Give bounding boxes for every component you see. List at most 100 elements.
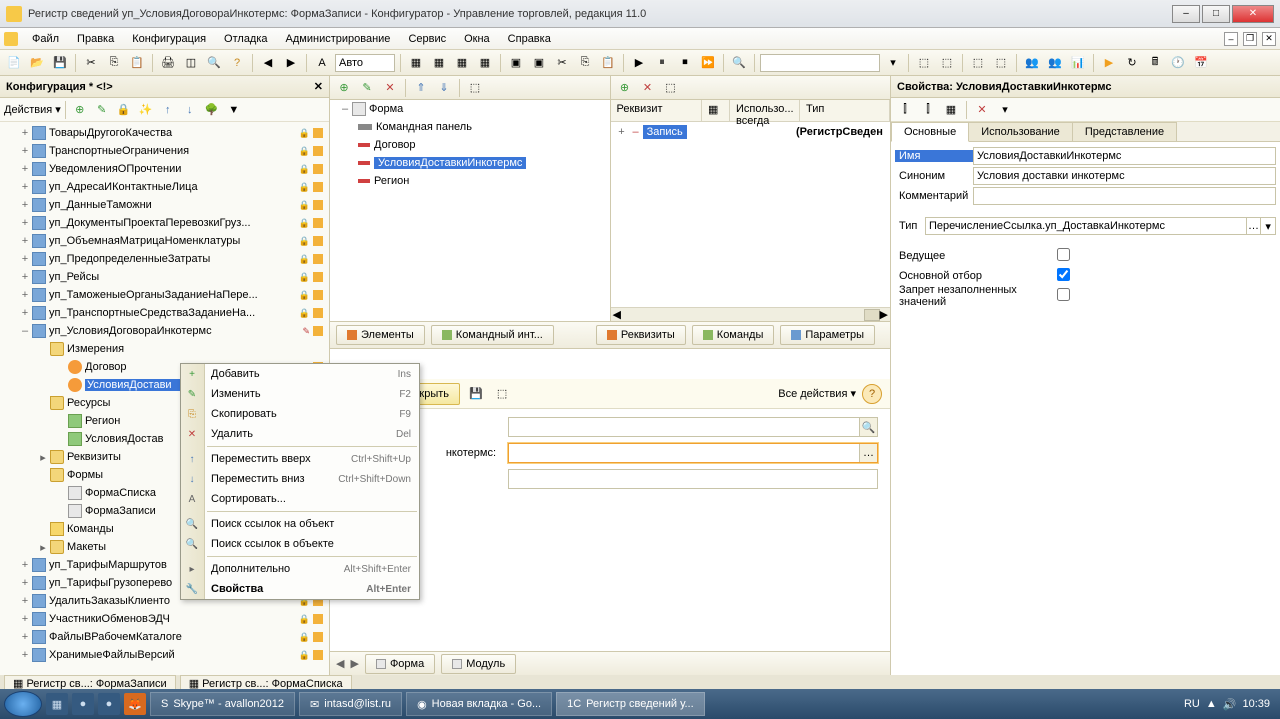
prop-type-dropdown[interactable]: ▾ — [1261, 217, 1276, 235]
paste-button[interactable]: 📋 — [127, 53, 147, 73]
edit-icon[interactable]: ✎ — [92, 100, 112, 120]
req-scrollbar[interactable]: ◀▶ — [611, 307, 891, 321]
search-dropdown[interactable]: ▾ — [883, 53, 903, 73]
prop-mainsel-check[interactable] — [1057, 268, 1070, 281]
menu-service[interactable]: Сервис — [400, 31, 454, 47]
ft-del-icon[interactable]: ✕ — [380, 78, 400, 98]
open-button[interactable]: 📂 — [27, 53, 47, 73]
context-menu-item[interactable]: ✎ИзменитьF2 — [181, 384, 419, 404]
help-button[interactable]: ? — [227, 53, 247, 73]
tree-item[interactable]: –уп_УсловияДоговораИнкотермс✎ — [0, 322, 329, 340]
field-1-lookup[interactable]: 🔍 — [859, 418, 877, 436]
close-button[interactable]: ✕ — [1232, 5, 1274, 23]
find-button[interactable]: 🔍 — [204, 53, 224, 73]
tree-item[interactable]: +уп_АдресаИКонтактныеЛица🔒 — [0, 178, 329, 196]
bt-module[interactable]: Модуль — [441, 654, 516, 674]
tb-i[interactable]: 📋 — [598, 53, 618, 73]
help-icon[interactable]: ? — [862, 384, 882, 404]
down-icon[interactable]: ↓ — [180, 100, 200, 120]
pt-c[interactable]: ▦ — [941, 100, 961, 120]
print-button[interactable]: 🖨 — [158, 53, 178, 73]
tb-explorer-icon[interactable]: ▦ — [46, 693, 68, 715]
form-tree-item[interactable]: УсловияДоставкиИнкотермс — [330, 154, 610, 172]
props-tab-pres[interactable]: Представление — [1072, 122, 1177, 141]
system-tray[interactable]: RU ▲🔊 10:39 — [1184, 698, 1276, 711]
tab-cmdint[interactable]: Командный инт... — [431, 325, 554, 345]
pt-drop[interactable]: ▾ — [995, 100, 1015, 120]
context-menu[interactable]: +ДобавитьIns✎ИзменитьF2⎘СкопироватьF9✕Уд… — [180, 363, 420, 600]
tree-item[interactable]: +УведомленияОПрочтении🔒 — [0, 160, 329, 178]
up-icon[interactable]: ↑ — [158, 100, 178, 120]
tb-a[interactable]: ▦ — [406, 53, 426, 73]
tb-s[interactable]: 👥 — [1022, 53, 1042, 73]
tb-m[interactable]: ⏩ — [698, 53, 718, 73]
prop-syn-input[interactable] — [973, 167, 1276, 185]
taskbar-task[interactable]: 1СРегистр сведений у... — [556, 692, 705, 716]
req-col3[interactable]: Тип — [800, 100, 890, 121]
field-2-input[interactable]: … — [508, 443, 878, 463]
tb-r[interactable]: ⬚ — [991, 53, 1011, 73]
ft-add-icon[interactable]: ⊕ — [334, 78, 354, 98]
pt-a[interactable]: ⫿ — [895, 100, 915, 120]
tb-app1-icon[interactable]: ● — [72, 693, 94, 715]
form-root[interactable]: –Форма — [330, 100, 610, 118]
tab-param[interactable]: Параметры — [780, 325, 875, 345]
tb-l[interactable]: ⏹ — [675, 53, 695, 73]
req-col2[interactable]: Использо... всегда — [730, 100, 800, 121]
menu-file[interactable]: Файл — [24, 31, 67, 47]
prop-comment-input[interactable] — [973, 187, 1276, 205]
tray-lang[interactable]: RU — [1184, 698, 1200, 710]
ft-edit-icon[interactable]: ✎ — [357, 78, 377, 98]
tb-n[interactable]: 🔍 — [729, 53, 749, 73]
tree-item[interactable]: +ХранимыеФайлыВерсий🔒 — [0, 646, 329, 664]
rq-del-icon[interactable]: ✕ — [638, 78, 658, 98]
menu-windows[interactable]: Окна — [456, 31, 498, 47]
tb-p[interactable]: ⬚ — [937, 53, 957, 73]
prop-type-lookup[interactable]: … — [1247, 217, 1262, 235]
all-actions-dropdown[interactable]: Все действия ▾ — [778, 387, 856, 400]
context-menu-item[interactable]: 🔍Поиск ссылок на объект — [181, 514, 419, 534]
tb-cal2[interactable]: 📅 — [1191, 53, 1211, 73]
taskbar-task[interactable]: ◉Новая вкладка - Go... — [406, 692, 552, 716]
tb-f[interactable]: ▣ — [529, 53, 549, 73]
tree-item[interactable]: +ТоварыДругогоКачества🔒 — [0, 124, 329, 142]
menu-debug[interactable]: Отладка — [216, 31, 275, 47]
form-tree-item[interactable]: Регион — [330, 172, 610, 190]
pt-clear[interactable]: ✕ — [972, 100, 992, 120]
tree-item[interactable]: +уп_ДокументыПроектаПеревозкиГруз...🔒 — [0, 214, 329, 232]
context-menu-item[interactable]: 🔧СвойстваAlt+Enter — [181, 579, 419, 599]
tab-req[interactable]: Реквизиты — [596, 325, 686, 345]
zoom-input[interactable] — [335, 54, 395, 72]
tree-item[interactable]: +уп_ТаможеныеОрганыЗаданиеНаПере...🔒 — [0, 286, 329, 304]
start-button[interactable] — [4, 691, 42, 717]
field-3-input[interactable] — [508, 469, 878, 489]
context-menu-item[interactable]: AСортировать... — [181, 489, 419, 509]
new-button[interactable]: 📄 — [4, 53, 24, 73]
tb-d[interactable]: ▦ — [475, 53, 495, 73]
inner-restore-button[interactable]: ❐ — [1243, 32, 1257, 46]
filter-icon[interactable]: ▼ — [224, 100, 244, 120]
prop-name-input[interactable] — [973, 147, 1276, 165]
ft-down-icon[interactable]: ⇓ — [434, 78, 454, 98]
tb-g[interactable]: ✂ — [552, 53, 572, 73]
form-tree-item[interactable]: Договор — [330, 136, 610, 154]
context-menu-item[interactable]: ▸ДополнительноAlt+Shift+Enter — [181, 559, 419, 579]
tb-v[interactable]: ↻ — [1122, 53, 1142, 73]
cut-button[interactable]: ✂ — [81, 53, 101, 73]
prop-blank-check[interactable] — [1057, 288, 1070, 301]
tb-u[interactable]: 📊 — [1068, 53, 1088, 73]
tree-item[interactable]: +УчастникиОбменовЭДЧ🔒 — [0, 610, 329, 628]
taskbar-task[interactable]: SSkype™ - avallon2012 — [150, 692, 295, 716]
bt-prev[interactable]: ◀ — [336, 657, 344, 670]
tree-item[interactable]: +уп_ТранспортныеСредстваЗаданиеНа...🔒 — [0, 304, 329, 322]
tb-app2-icon[interactable]: ● — [98, 693, 120, 715]
tb-e[interactable]: ▣ — [506, 53, 526, 73]
tb-k[interactable]: ⏸ — [652, 53, 672, 73]
menu-admin[interactable]: Администрирование — [278, 31, 399, 47]
tree-item[interactable]: +уп_ОбъемнаяМатрицаНоменклатуры🔒 — [0, 232, 329, 250]
config-pane-close[interactable]: ✕ — [314, 80, 323, 93]
context-menu-item[interactable]: ⎘СкопироватьF9 — [181, 404, 419, 424]
tree-item[interactable]: +уп_Рейсы🔒 — [0, 268, 329, 286]
tb-play[interactable]: ▶ — [1099, 53, 1119, 73]
bt-form[interactable]: Форма — [365, 654, 435, 674]
